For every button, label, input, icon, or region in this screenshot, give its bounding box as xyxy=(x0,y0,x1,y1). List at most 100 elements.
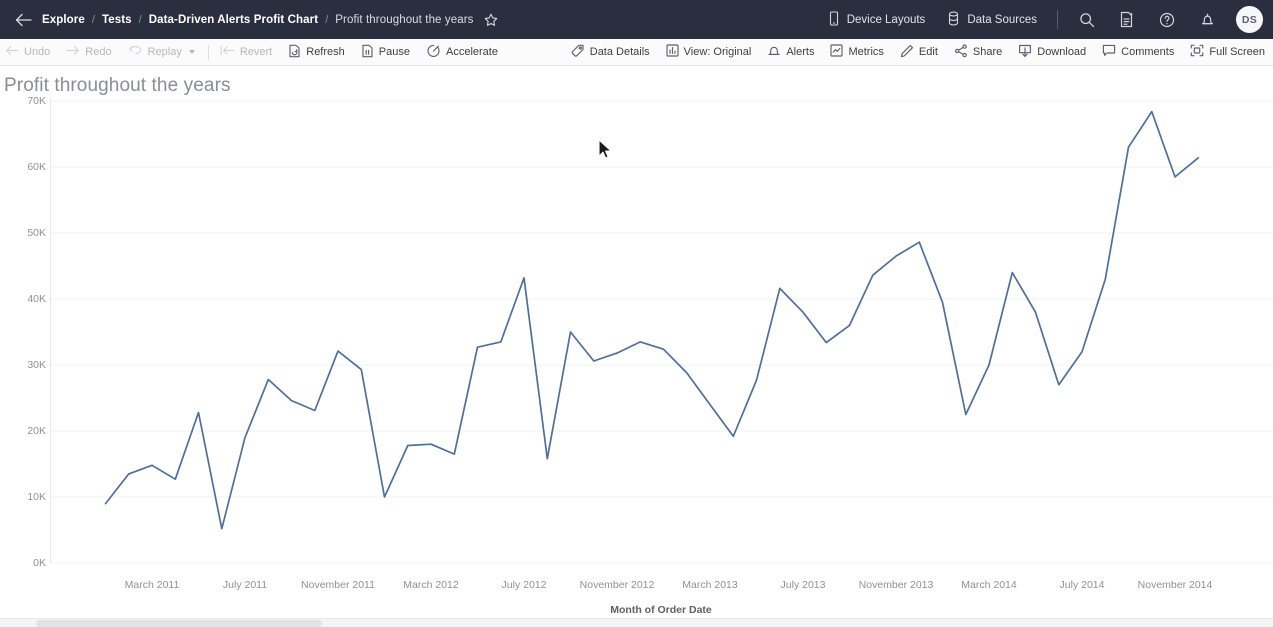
data-details-button[interactable]: Data Details xyxy=(566,44,658,61)
x-axis-tick-label: March 2012 xyxy=(403,579,458,591)
revert-bar-icon xyxy=(220,45,235,59)
full-screen-button[interactable]: Full Screen xyxy=(1182,44,1273,60)
comments-button[interactable]: Comments xyxy=(1094,44,1182,60)
data-details-label: Data Details xyxy=(590,46,650,58)
help-circle-icon[interactable] xyxy=(1152,5,1182,35)
view-original-label: View: Original xyxy=(684,46,752,58)
x-axis-tick-label: July 2014 xyxy=(1060,579,1105,591)
refresh-button[interactable]: Refresh xyxy=(280,39,353,65)
bell-outline-icon xyxy=(767,44,781,61)
pause-button[interactable]: Pause xyxy=(353,39,418,65)
breadcrumb-separator: / xyxy=(92,14,95,26)
chevron-down-icon[interactable] xyxy=(189,50,195,54)
avatar[interactable]: DS xyxy=(1236,6,1263,33)
x-axis-title: Month of Order Date xyxy=(610,604,712,616)
y-axis-tick-label: 30K xyxy=(2,359,46,371)
x-axis-tick-label: November 2012 xyxy=(580,579,655,591)
breadcrumb-item-current: Profit throughout the years xyxy=(335,14,473,26)
undo-button[interactable]: Undo xyxy=(0,39,58,65)
download-icon xyxy=(1018,44,1032,61)
breadcrumb-item-tests[interactable]: Tests xyxy=(102,14,132,26)
metrics-label: Metrics xyxy=(848,46,883,58)
y-axis-title: Profit xyxy=(0,348,3,375)
device-layouts-button[interactable]: Device Layouts xyxy=(817,0,937,39)
refresh-label: Refresh xyxy=(306,46,345,58)
breadcrumb-item-explore[interactable]: Explore xyxy=(42,14,85,26)
chart-panel: Profit throughout the years 0K10K20K30K4… xyxy=(0,66,1273,618)
device-layouts-label: Device Layouts xyxy=(847,14,926,26)
data-sources-button[interactable]: Data Sources xyxy=(936,0,1048,39)
y-axis-tick-label: 70K xyxy=(2,95,46,107)
replay-label: Replay xyxy=(148,46,182,58)
x-axis-tick-label: November 2011 xyxy=(301,579,375,591)
bell-icon[interactable] xyxy=(1192,5,1222,35)
device-phone-icon xyxy=(828,11,840,29)
comment-bubble-icon xyxy=(1102,44,1116,60)
refresh-doc-icon xyxy=(288,44,301,61)
data-line xyxy=(106,112,1199,529)
y-axis-tick-label: 50K xyxy=(2,227,46,239)
toolbar-right-group: Data Details View: Original Alerts xyxy=(566,44,1273,61)
pencil-icon xyxy=(900,44,914,61)
accelerate-icon xyxy=(426,44,441,61)
breadcrumb: Explore / Tests / Data-Driven Alerts Pro… xyxy=(12,9,498,31)
x-axis-tick-label: July 2013 xyxy=(781,579,826,591)
pause-label: Pause xyxy=(379,46,410,58)
full-screen-label: Full Screen xyxy=(1209,46,1265,58)
accelerate-button[interactable]: Accelerate xyxy=(418,39,506,65)
topbar-divider xyxy=(1057,10,1058,29)
database-icon xyxy=(947,11,960,29)
revert-button[interactable]: Revert xyxy=(212,39,280,65)
undo-label: Undo xyxy=(24,46,50,58)
metrics-button[interactable]: Metrics xyxy=(822,44,891,60)
breadcrumb-separator: / xyxy=(325,14,328,26)
download-label: Download xyxy=(1037,46,1086,58)
tag-icon xyxy=(571,44,585,61)
replay-button[interactable]: Replay xyxy=(120,39,205,65)
star-outline-icon[interactable] xyxy=(484,13,498,27)
search-icon[interactable] xyxy=(1072,5,1102,35)
alerts-button[interactable]: Alerts xyxy=(759,44,822,61)
arrow-left-icon xyxy=(5,45,19,59)
horizontal-scrollbar[interactable] xyxy=(0,618,1273,627)
new-document-icon[interactable] xyxy=(1112,5,1142,35)
chart-toolbar: Undo Redo Replay Revert xyxy=(0,39,1273,66)
y-axis-tick-label: 40K xyxy=(2,293,46,305)
topbar-actions: Device Layouts Data Sources xyxy=(817,0,1263,39)
x-axis-tick-label: March 2013 xyxy=(682,579,737,591)
x-axis-tick-label: November 2014 xyxy=(1138,579,1213,591)
share-nodes-icon xyxy=(954,44,968,61)
back-arrow-icon[interactable] xyxy=(12,9,34,31)
x-axis-tick-label: March 2014 xyxy=(961,579,1016,591)
chart-svg xyxy=(0,66,1273,618)
y-axis-tick-label: 20K xyxy=(2,425,46,437)
view-original-button[interactable]: View: Original xyxy=(658,44,760,60)
metrics-square-icon xyxy=(830,44,843,60)
breadcrumb-item-dashboard[interactable]: Data-Driven Alerts Profit Chart xyxy=(149,14,318,26)
top-navigation-bar: Explore / Tests / Data-Driven Alerts Pro… xyxy=(0,0,1273,39)
breadcrumb-separator: / xyxy=(139,14,142,26)
fullscreen-icon xyxy=(1190,44,1204,60)
edit-button[interactable]: Edit xyxy=(892,44,946,61)
share-label: Share xyxy=(973,46,1002,58)
download-button[interactable]: Download xyxy=(1010,44,1094,61)
y-axis-tick-label: 0K xyxy=(2,557,46,569)
pause-doc-icon xyxy=(361,44,374,61)
horizontal-scrollbar-thumb[interactable] xyxy=(36,620,322,627)
y-axis-tick-label: 10K xyxy=(2,491,46,503)
redo-label: Redo xyxy=(85,46,111,58)
bar-chart-icon xyxy=(666,44,679,60)
alerts-label: Alerts xyxy=(786,46,814,58)
comments-label: Comments xyxy=(1121,46,1174,58)
toolbar-divider xyxy=(208,45,209,60)
data-sources-label: Data Sources xyxy=(967,14,1037,26)
share-button[interactable]: Share xyxy=(946,44,1010,61)
replay-loop-icon xyxy=(128,45,143,59)
x-axis-tick-label: March 2011 xyxy=(125,579,180,591)
arrow-right-icon xyxy=(66,45,80,59)
line-chart[interactable]: 0K10K20K30K40K50K60K70K Profit March 201… xyxy=(0,66,1273,618)
y-axis-ticks: 0K10K20K30K40K50K60K70K xyxy=(0,66,46,618)
x-axis-tick-label: July 2012 xyxy=(502,579,547,591)
redo-button[interactable]: Redo xyxy=(58,39,119,65)
edit-label: Edit xyxy=(919,46,938,58)
